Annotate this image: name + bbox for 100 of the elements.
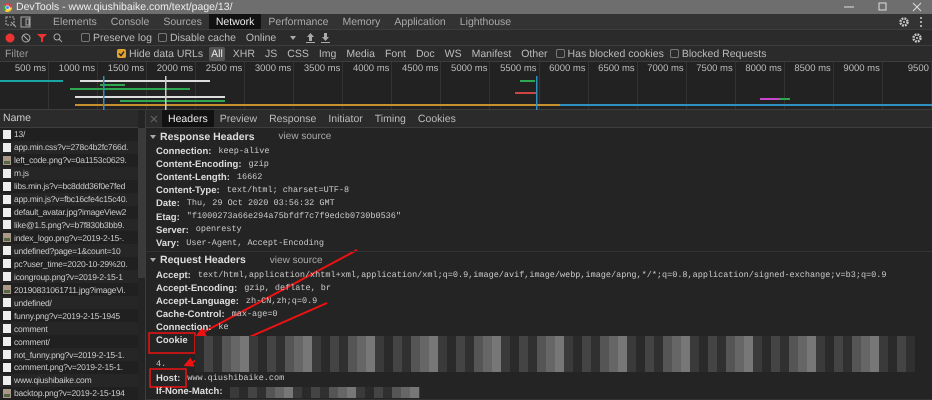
type-filter[interactable]: Media [344,46,377,60]
panel-tab[interactable]: Lighthouse [452,14,518,29]
type-filter[interactable]: Font [382,46,408,60]
request-row[interactable]: like@1.5.png?v=b7f830b3bb9. [0,218,138,232]
device-icon[interactable] [20,14,32,30]
download-icon[interactable] [321,32,330,42]
header-value: text/html; charset=UTF-8 [226,184,350,198]
time-tick: 7500 ms [696,63,733,74]
request-row[interactable]: pc?user_time=2020-10-29%20. [0,257,138,270]
request-row[interactable]: index_logo.png?v=2019-2-15-. [0,231,138,244]
header-value: www.qiushibaike.com [187,372,284,386]
detail-tab[interactable]: Initiator [322,110,369,127]
type-filter[interactable]: CSS [285,46,311,60]
record-icon[interactable] [5,32,15,42]
panel-tab[interactable]: Sources [156,14,209,29]
header-value: gzip [248,158,269,171]
request-row[interactable]: app.min.js?v=fbc16cfe4c15c40. [0,192,138,206]
type-filter[interactable]: WS [442,46,464,60]
header-name: Accept: [156,270,191,281]
column-header[interactable]: Name [3,112,32,124]
more-icon[interactable] [918,14,924,30]
filter-icon[interactable] [37,32,47,42]
detail-tab[interactable]: Timing [368,110,412,127]
highlight-frame [148,332,196,354]
detail-tab[interactable]: Response [263,110,322,127]
time-tick: 9500 [908,63,929,74]
header-name: Content-Type: [156,185,220,196]
panel-tab[interactable]: Performance [261,14,336,29]
clear-icon[interactable] [21,32,31,42]
request-row[interactable]: comment/ [0,335,138,348]
time-tick: 4000 ms [352,63,390,74]
image-file-icon [3,388,11,398]
request-row[interactable]: default_avatar.jpg?imageView2 [0,206,138,218]
view-source-link[interactable]: view source [270,254,323,266]
request-row[interactable]: left_code.png?v=0a1153c0629. [0,154,138,167]
time-tick: 3000 ms [254,63,292,74]
time-tick: 4500 ms [402,63,438,74]
settings-icon[interactable] [911,32,923,44]
header-name: Server: [156,224,189,236]
image-file-icon [3,156,11,165]
detail-tab[interactable]: Headers [162,110,214,127]
time-tick: 7000 ms [647,63,684,74]
type-filter[interactable]: XHR [230,46,257,60]
checkbox[interactable]: Preserve log [81,32,152,44]
filter-field[interactable]: Filter [5,48,105,60]
panel-tab[interactable]: Memory [335,14,388,29]
image-file-icon [3,233,11,242]
request-row[interactable]: m.js [0,166,138,180]
throttling-select[interactable]: Online [242,32,300,44]
time-tick: 9000 ms [843,63,880,74]
request-row[interactable]: comment.png?v=2019-2-15-1. [0,360,138,374]
checkbox[interactable]: Blocked Requests [670,48,766,60]
header-name: Accept-Language: [156,296,239,307]
panel-tab[interactable]: Application [387,14,453,29]
request-row[interactable]: libs.min.js?v=bc8ddd36f0e7fed [0,180,138,193]
header-value: "f1000273a66e294a75bfdf7c7f9edcb0730b0536" [186,210,401,224]
type-filter[interactable]: JS [262,46,280,60]
header-value: 4. [156,358,166,372]
window-title: DevTools - www.qiushibaike.com/text/page/13/ [16,1,234,13]
expanded-triangle-icon[interactable] [150,134,156,140]
scrollbar[interactable] [138,128,145,278]
type-filter[interactable]: All [209,46,225,60]
type-filter[interactable]: Manifest [470,46,514,60]
expanded-triangle-icon[interactable] [150,257,156,264]
request-row[interactable]: 13/ [0,128,138,141]
panel-tab[interactable]: Elements [46,14,104,29]
type-filter[interactable]: Doc [414,46,437,60]
time-tick: 1000 ms [58,63,96,74]
section-title: Request Headers [160,254,246,266]
header-name: Host: [156,373,180,384]
header-name: Etag: [156,212,180,223]
inspect-icon[interactable] [5,14,17,30]
section-title: Response Headers [160,130,255,142]
header-value: keep-alive [218,144,270,158]
header-name: If-None-Match: [156,386,222,398]
checkbox[interactable]: Hide data URLs [117,48,204,60]
panel-tab[interactable]: Console [104,14,156,29]
request-row[interactable]: undefined?page=1&count=10 [0,244,138,258]
header-name: Connection: [156,322,212,334]
checkbox[interactable]: Disable cache [158,32,236,44]
detail-tab[interactable]: Cookies [412,110,462,127]
checkbox[interactable]: Has blocked cookies [556,48,664,60]
search-icon[interactable] [53,32,63,42]
type-filter[interactable]: Other [519,46,550,60]
time-tick: 5500 ms [500,63,537,74]
request-row[interactable]: funny.png?v=2019-2-15-1945 [0,309,138,322]
request-row[interactable]: icongroup.png?v=2019-2-15-1 [0,270,138,284]
time-tick: 3500 ms [304,63,340,74]
header-value: User-Agent, Accept-Encoding [186,236,324,250]
image-file-icon [3,285,11,294]
type-filter[interactable]: Img [316,46,338,60]
time-tick: 2500 ms [206,63,242,74]
detail-tab[interactable]: Preview [214,110,264,127]
view-source-link[interactable]: view source [278,131,332,142]
request-row[interactable]: backtop.png?v=2019-2-15-194 [0,386,138,400]
highlight-frame [149,368,187,388]
time-tick: 8500 ms [794,63,831,74]
request-row[interactable]: 20190831061711.jpg?imageVi. [0,283,138,296]
upload-icon[interactable] [306,32,316,42]
panel-tab[interactable]: Network [208,14,262,29]
